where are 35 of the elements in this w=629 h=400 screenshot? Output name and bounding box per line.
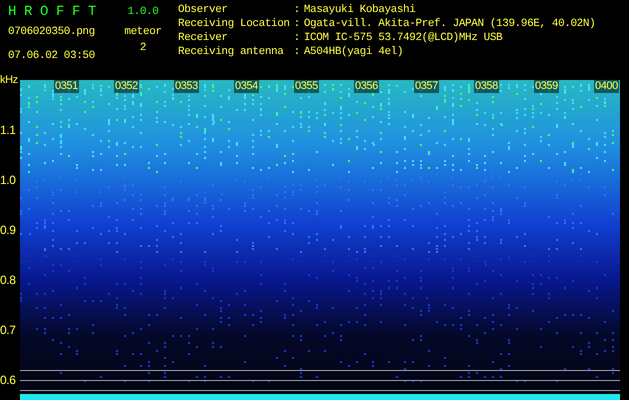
frequency-label: 0.9: [0, 223, 16, 237]
frequency-label: 0.7: [0, 323, 16, 337]
frequency-label: 1.1: [0, 123, 16, 137]
version-label: 1.0.0: [127, 5, 158, 20]
info-value: A504HB(yagi 4el): [304, 45, 404, 59]
frequency-label: 0.8: [0, 273, 16, 287]
info-value: Masayuki Kobayashi: [304, 3, 416, 17]
info-label: Receiving antenna: [178, 45, 284, 59]
file-name: 0706020350.png: [8, 25, 96, 39]
meteor-label: meteor: [124, 25, 162, 39]
time-label: 0355: [294, 80, 319, 93]
info-separator: :: [294, 31, 300, 45]
time-label: 0351: [54, 80, 79, 93]
info-separator: :: [294, 3, 300, 17]
time-label: 0352: [114, 80, 139, 93]
app-title: H R O F F T: [8, 3, 98, 21]
time-label: 0353: [174, 80, 199, 93]
info-value: Ogata-vill. Akita-Pref. JAPAN (139.96E, 40.02N): [304, 17, 596, 31]
date-time: 07.06.02 03:50: [8, 49, 96, 63]
time-label: 0357: [414, 80, 439, 93]
frequency-label: 1.0: [0, 173, 16, 187]
axis-unit: kHz: [0, 73, 18, 88]
info-value: ICOM IC-575 53.7492(@LCD)MHz USB: [304, 31, 504, 45]
time-label: 0400: [594, 80, 619, 93]
info-separator: :: [294, 17, 300, 31]
frequency-label: 0.6: [0, 373, 16, 387]
time-label: 0359: [534, 80, 559, 93]
time-label: 0354: [234, 80, 259, 93]
info-label: Receiver: [178, 31, 229, 45]
info-separator: :: [294, 45, 300, 59]
time-label: 0356: [354, 80, 379, 93]
time-label: 0358: [474, 80, 499, 93]
meteor-count: 2: [140, 41, 146, 55]
info-label: Receiving Location: [178, 17, 290, 31]
info-label: Observer: [178, 3, 229, 17]
